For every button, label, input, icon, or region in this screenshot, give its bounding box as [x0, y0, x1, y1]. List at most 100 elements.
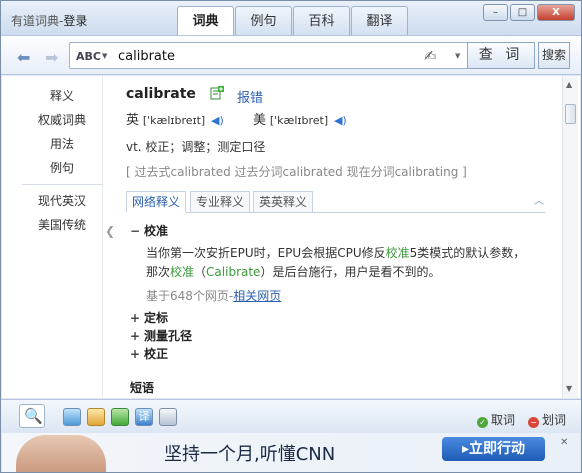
example-text: ）是后台施行，用户是看不到的。	[260, 265, 441, 279]
headword: calibrate	[126, 86, 196, 102]
ad-banner[interactable]: 坚持一个月,听懂CNN ▸立即行动 ✕	[2, 433, 580, 472]
sidebar-item-usage[interactable]: 用法	[22, 132, 102, 156]
expand-icon[interactable]: +	[130, 347, 144, 361]
definition-subtabs: 网络释义 专业释义 英英释义	[126, 191, 546, 213]
scroll-up-icon[interactable]: ▲	[566, 80, 572, 89]
main-tabs: 词典 例句 百科 翻译	[177, 6, 409, 36]
tab-examples[interactable]: 例句	[235, 6, 292, 35]
minus-icon: −	[528, 417, 539, 428]
sense-item[interactable]: + 校正	[130, 345, 168, 362]
collapse-icon[interactable]: −	[130, 224, 144, 238]
lookup-button[interactable]: 查 词	[467, 42, 535, 69]
search-input[interactable]: ABC ▼ calibrate ✍ ▼	[69, 42, 469, 69]
example-text: 那次	[146, 265, 171, 279]
sidebar-item-authoritative-dict[interactable]: 权威词典	[22, 108, 102, 132]
us-label: 美	[253, 113, 267, 128]
ad-action-button[interactable]: ▸立即行动	[442, 437, 545, 461]
app-name: 有道词典	[11, 14, 60, 28]
wordbook-icon[interactable]	[87, 408, 105, 426]
example-highlight: 校准	[170, 265, 195, 279]
tab-english-definition[interactable]: 英英释义	[253, 191, 314, 213]
handwriting-icon[interactable]: ✍	[424, 47, 437, 65]
sidebar: 释义 权威词典 用法 例句 现代英汉 美国传统	[22, 84, 102, 237]
translate-tool-icon[interactable]	[111, 408, 129, 426]
close-ad-icon[interactable]: ✕	[560, 437, 568, 448]
tab-professional-definition[interactable]: 专业释义	[190, 191, 251, 213]
tab-translate[interactable]: 翻译	[351, 6, 408, 35]
uk-pronunciation: 英 ['kælɪbreɪt] ◀)	[126, 109, 224, 128]
result-panel: 释义 权威词典 用法 例句 现代英汉 美国传统 ❮ calibrate 报错 英	[2, 76, 580, 398]
minimize-button[interactable]: –	[483, 4, 508, 21]
example-text: 当你第一次安折EPU时，EPU会根据CPU修反	[146, 246, 386, 260]
check-icon: ✓	[477, 417, 488, 428]
sense-label: 测量孔径	[144, 329, 193, 343]
expand-icon[interactable]: +	[130, 329, 144, 343]
collapse-sidebar-icon[interactable]: ❮	[105, 224, 115, 238]
report-error-link[interactable]: 报错	[237, 87, 263, 106]
pick-word-label: 取词	[491, 413, 516, 427]
monitor-icon[interactable]	[63, 408, 81, 426]
sense-example: 当你第一次安折EPU时，EPU会根据CPU修反校准5类模式的默认参数， 那次校准…	[146, 244, 551, 282]
tab-web-definition[interactable]: 网络释义	[126, 191, 187, 213]
sidebar-divider-line	[102, 76, 103, 398]
pick-word-toggle[interactable]: ✓ 取词	[477, 411, 515, 428]
device-icon[interactable]	[159, 408, 177, 426]
select-word-toggle[interactable]: − 划词	[528, 411, 566, 428]
sidebar-item-american-heritage[interactable]: 美国传统	[22, 213, 102, 237]
fanyi-icon[interactable]: 译	[135, 408, 153, 426]
select-word-label: 划词	[542, 413, 567, 427]
basic-definition: vt. 校正；调整；测定口径	[126, 140, 266, 154]
uk-label: 英	[126, 113, 140, 128]
sense-item-expanded[interactable]: − 校准	[130, 222, 168, 239]
sidebar-item-examples[interactable]: 例句	[22, 156, 102, 180]
example-text: 5类模式的默认参数，	[409, 246, 526, 260]
example-highlight: 校准	[385, 246, 410, 260]
maximize-button[interactable]: □	[510, 4, 535, 21]
sense-label: 定标	[144, 311, 169, 325]
magnifier-icon[interactable]: 🔍	[19, 404, 45, 428]
search-query[interactable]: calibrate	[118, 49, 175, 64]
word-forms: [ 过去式calibrated 过去分词calibrated 现在分词calib…	[126, 165, 467, 179]
app-title: 有道词典-登录	[11, 14, 88, 28]
source-count: 基于648个网页-	[146, 289, 234, 303]
collapse-section-icon[interactable]: ︿	[534, 192, 544, 207]
tab-dictionary[interactable]: 词典	[177, 6, 234, 36]
ad-text: 坚持一个月,听懂CNN	[164, 444, 336, 465]
sense-item[interactable]: + 测量孔径	[130, 327, 192, 344]
sidebar-item-definition[interactable]: 释义	[22, 84, 102, 108]
input-mode-icon[interactable]: ABC	[76, 50, 101, 63]
example-highlight: Calibrate	[206, 265, 261, 279]
vertical-scrollbar[interactable]: ▲ ▼	[562, 76, 578, 398]
sense-label: 校准	[144, 224, 169, 238]
expand-icon[interactable]: +	[130, 311, 144, 325]
close-button[interactable]: X	[537, 4, 575, 21]
source-info: 基于648个网页-相关网页	[146, 287, 281, 304]
speaker-icon[interactable]: ◀)	[334, 114, 347, 127]
us-phonetic: ['kælɪbret]	[269, 114, 329, 127]
login-link[interactable]: 登录	[63, 14, 87, 28]
entry-content: calibrate 报错 英 ['kælɪbreɪt] ◀) 美 ['kælɪb…	[126, 76, 556, 398]
sense-item[interactable]: + 定标	[130, 309, 168, 326]
scroll-thumb[interactable]	[565, 104, 576, 124]
phrases-heading: 短语	[130, 381, 155, 395]
forward-arrow-icon[interactable]: ➡	[45, 48, 58, 67]
sense-label: 校正	[144, 347, 169, 361]
speaker-icon[interactable]: ◀)	[211, 114, 224, 127]
back-arrow-icon[interactable]: ⬅	[17, 48, 30, 67]
window-controls: – □ X	[481, 4, 575, 21]
bottom-toolbar: 🔍 译 ✓ 取词 − 划词	[1, 399, 581, 433]
web-search-button[interactable]: 搜索	[538, 42, 570, 69]
us-pronunciation: 美 ['kælɪbret] ◀)	[253, 109, 347, 128]
tab-encyclopedia[interactable]: 百科	[293, 6, 350, 35]
add-to-wordbook-icon[interactable]	[210, 86, 224, 100]
sidebar-divider	[22, 184, 102, 185]
related-pages-link[interactable]: 相关网页	[233, 289, 281, 303]
ad-image	[16, 435, 106, 472]
chevron-down-icon[interactable]: ▼	[102, 52, 107, 60]
title-bar: 有道词典-登录 词典 例句 百科 翻译 – □ X	[1, 1, 581, 36]
dictionary-window: 有道词典-登录 词典 例句 百科 翻译 – □ X ⬅ ➡ ABC ▼ cali…	[0, 0, 582, 473]
sidebar-item-modern-ec[interactable]: 现代英汉	[22, 189, 102, 213]
uk-phonetic: ['kælɪbreɪt]	[142, 114, 206, 127]
scroll-down-icon[interactable]: ▼	[566, 384, 572, 393]
chevron-down-icon[interactable]: ▼	[455, 52, 460, 60]
